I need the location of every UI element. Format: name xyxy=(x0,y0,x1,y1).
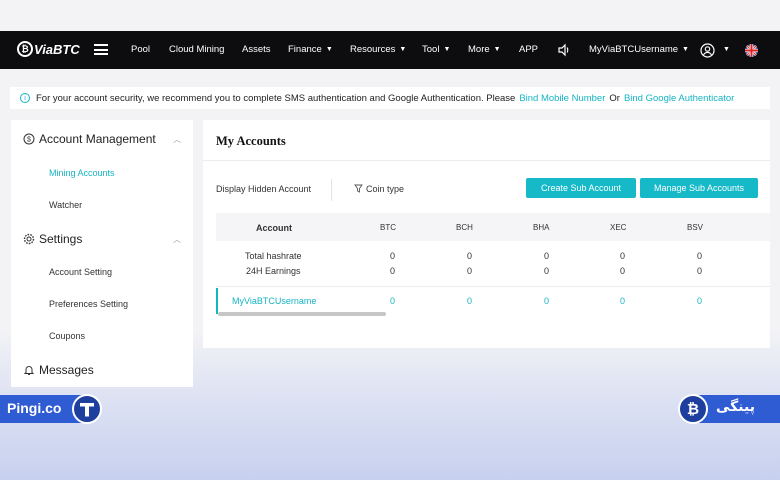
sidebar-item-preferences-setting[interactable]: Preferences Setting xyxy=(49,299,128,309)
coin-type-label: Coin type xyxy=(366,184,405,194)
create-sub-account-button[interactable]: Create Sub Account xyxy=(526,178,636,198)
column-header-account: Account xyxy=(256,223,292,233)
row-divider xyxy=(216,286,770,287)
chevron-down-icon: ▼ xyxy=(399,46,407,53)
nav-tool-label: Tool xyxy=(422,44,440,55)
bitcoin-coin-icon: ₿ xyxy=(678,394,708,424)
chevron-up-icon[interactable]: ︿ xyxy=(173,234,181,245)
total-hashrate-label: Total hashrate xyxy=(245,251,302,261)
sub-account-btc[interactable]: 0 xyxy=(390,296,395,306)
nav-cloud-mining[interactable]: Cloud Mining xyxy=(169,44,224,55)
column-header-xec: XEC xyxy=(610,223,627,232)
chevron-down-icon: ▼ xyxy=(682,46,689,53)
uk-flag-icon[interactable] xyxy=(745,44,758,57)
nav-resources[interactable]: Resources ▼ xyxy=(350,44,406,55)
toolbar-separator xyxy=(331,179,332,201)
bind-mobile-link[interactable]: Bind Mobile Number xyxy=(519,93,605,104)
username-label: MyViaBTCUsername xyxy=(589,44,679,55)
sidebar-item-coupons[interactable]: Coupons xyxy=(49,331,85,341)
sub-account-xec[interactable]: 0 xyxy=(620,296,625,306)
dollar-circle-icon: $ xyxy=(23,133,35,145)
display-hidden-account-toggle[interactable]: Display Hidden Account xyxy=(216,184,311,194)
sidebar-messages[interactable]: Messages xyxy=(23,363,94,377)
earnings-xec: 0 xyxy=(620,266,626,276)
total-hashrate-btc: 0 xyxy=(390,251,396,261)
chevron-down-icon: ▼ xyxy=(493,46,501,53)
sidebar-account-management[interactable]: $ Account Management xyxy=(23,132,156,146)
logo-text: ViaBTC xyxy=(34,41,80,57)
sub-account-link[interactable]: MyViaBTCUsername xyxy=(232,296,316,306)
messages-label: Messages xyxy=(39,363,94,377)
sidebar: $ Account Management ︿ Mining Accounts W… xyxy=(11,120,193,387)
column-header-bch: BCH xyxy=(456,223,473,232)
page-title: My Accounts xyxy=(216,134,286,148)
account-management-label: Account Management xyxy=(39,132,156,146)
pingi-watermark-text: Pingi.co xyxy=(7,400,62,416)
manage-sub-accounts-button[interactable]: Manage Sub Accounts xyxy=(640,178,758,198)
svg-text:$: $ xyxy=(27,137,31,144)
nav-resources-label: Resources xyxy=(350,44,396,55)
filter-icon xyxy=(354,184,363,193)
sidebar-item-watcher[interactable]: Watcher xyxy=(49,200,82,210)
menu-icon[interactable] xyxy=(94,44,108,55)
chevron-down-icon: ▼ xyxy=(443,46,451,53)
column-header-bha: BHA xyxy=(533,223,550,232)
user-icon[interactable] xyxy=(700,43,715,58)
user-chevron-down-icon[interactable]: ▼ xyxy=(719,44,730,55)
info-icon: i xyxy=(20,93,30,103)
table-header: Account BTC BCH BHA XEC BSV xyxy=(216,213,770,241)
sub-account-bsv[interactable]: 0 xyxy=(697,296,702,306)
nav-finance-label: Finance xyxy=(288,44,322,55)
total-hashrate-bha: 0 xyxy=(544,251,550,261)
earnings-bsv: 0 xyxy=(697,266,703,276)
earnings-bch: 0 xyxy=(467,266,473,276)
top-navbar: ₿ ViaBTC Pool Cloud Mining Assets Financ… xyxy=(0,31,780,69)
sub-account-bha[interactable]: 0 xyxy=(544,296,549,306)
column-header-btc: BTC xyxy=(380,223,396,232)
nav-pool[interactable]: Pool xyxy=(131,44,150,55)
sub-account-bch[interactable]: 0 xyxy=(467,296,472,306)
total-hashrate-bsv: 0 xyxy=(697,251,703,261)
top-strip xyxy=(0,0,780,31)
speaker-icon[interactable] xyxy=(557,43,571,57)
nav-username[interactable]: MyViaBTCUsername ▼ xyxy=(589,44,689,55)
security-notice: i For your account security, we recommen… xyxy=(10,87,770,109)
column-header-bsv: BSV xyxy=(687,223,704,232)
sidebar-item-account-setting[interactable]: Account Setting xyxy=(49,267,112,277)
tether-coin-icon xyxy=(72,394,102,424)
total-hashrate-bch: 0 xyxy=(467,251,473,261)
horizontal-scrollbar[interactable] xyxy=(218,312,386,316)
bind-google-link[interactable]: Bind Google Authenticator xyxy=(624,93,734,104)
nav-tool[interactable]: Tool ▼ xyxy=(422,44,450,55)
coin-type-filter[interactable]: Coin type xyxy=(354,184,404,194)
title-divider xyxy=(203,160,770,161)
earnings-bha: 0 xyxy=(544,266,550,276)
notice-or: Or xyxy=(609,92,620,104)
viabtc-logo[interactable]: ₿ ViaBTC xyxy=(17,41,80,57)
earnings-btc: 0 xyxy=(390,266,396,276)
settings-label: Settings xyxy=(39,232,83,246)
active-row-indicator xyxy=(216,288,218,314)
chevron-up-icon[interactable]: ︿ xyxy=(173,134,181,145)
nav-assets[interactable]: Assets xyxy=(242,44,271,55)
chevron-down-icon: ▼ xyxy=(325,46,333,53)
earnings-label: 24H Earnings xyxy=(246,266,301,276)
sidebar-item-mining-accounts[interactable]: Mining Accounts xyxy=(49,168,115,178)
sidebar-settings[interactable]: Settings xyxy=(23,232,82,246)
pingi-watermark-persian-text: پینگی xyxy=(716,399,755,415)
bell-icon xyxy=(23,366,35,375)
gear-icon xyxy=(23,233,35,245)
nav-more-label: More xyxy=(468,44,490,55)
nav-app[interactable]: APP xyxy=(519,44,538,55)
nav-finance[interactable]: Finance ▼ xyxy=(288,44,333,55)
notice-text: For your account security, we recommend … xyxy=(36,92,516,104)
nav-more[interactable]: More ▼ xyxy=(468,44,501,55)
main-panel: My Accounts Display Hidden Account Coin … xyxy=(203,120,770,348)
total-hashrate-xec: 0 xyxy=(620,251,626,261)
viabtc-logo-icon: ₿ xyxy=(17,41,33,57)
